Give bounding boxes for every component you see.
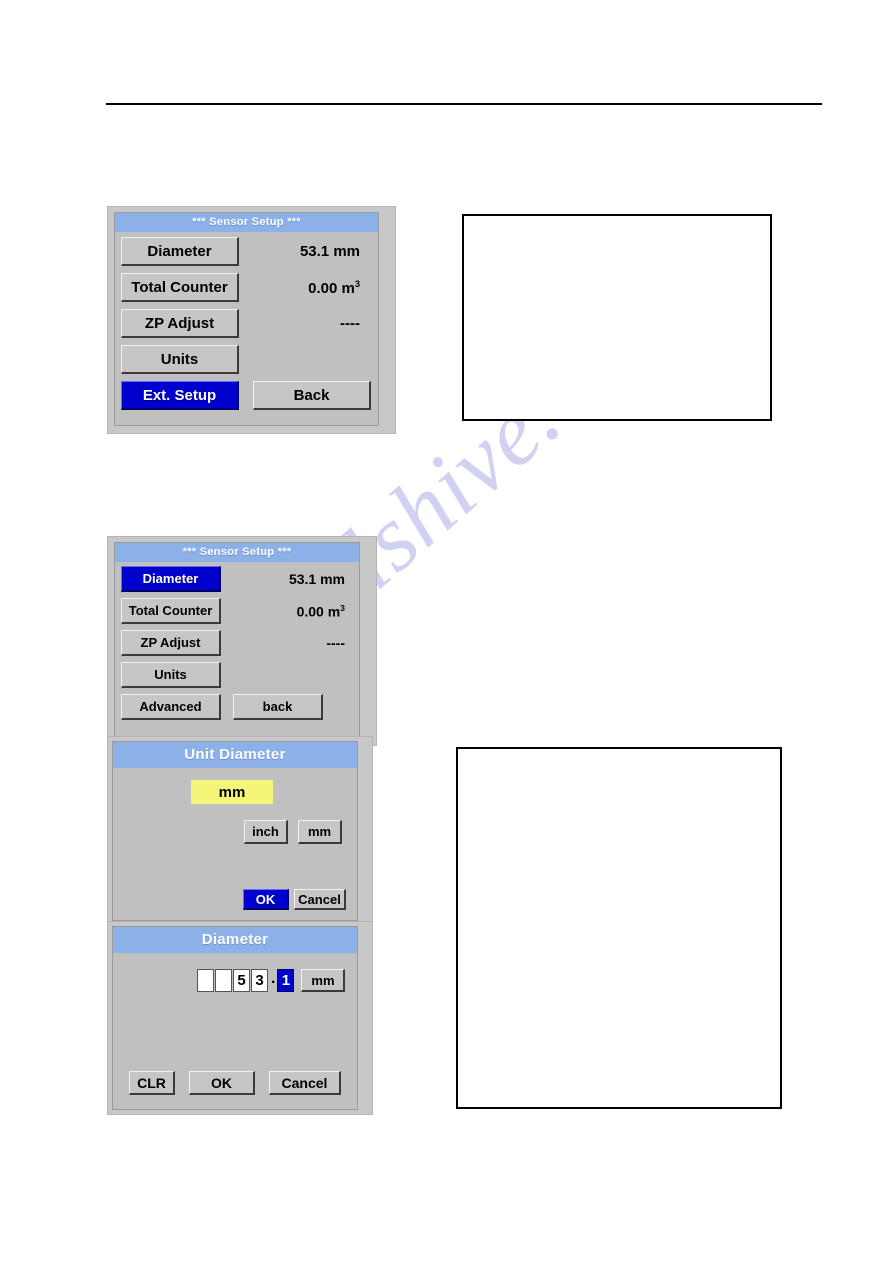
cancel-button[interactable]: Cancel [269, 1071, 341, 1095]
digit-cell[interactable]: 3 [251, 969, 268, 992]
digit-cell[interactable]: 5 [233, 969, 250, 992]
screenshot-sensor-setup-advanced: *** Sensor Setup *** Diameter 53.1 mm To… [108, 537, 376, 745]
menu-rows: Diameter 53.1 mm Total Counter 0.00 m3 Z… [115, 562, 359, 720]
diameter-value: 53.1 mm [288, 571, 345, 587]
unit-mm-button[interactable]: mm [298, 820, 342, 844]
panel-title: *** Sensor Setup *** [115, 213, 378, 232]
back-button[interactable]: Back [253, 381, 371, 410]
dialog-title: Unit Diameter [113, 742, 357, 768]
unit-inch-button[interactable]: inch [244, 820, 288, 844]
lcd-screen: *** Sensor Setup *** Diameter 53.1 mm To… [114, 542, 360, 738]
decimal-point: . [271, 970, 276, 987]
menu-row: Units [121, 662, 353, 688]
diameter-value: 53.1 mm [299, 243, 360, 260]
ext-setup-button[interactable]: Ext. Setup [121, 381, 239, 410]
digit-cell[interactable] [215, 969, 232, 992]
total-counter-value: 0.00 m3 [308, 278, 360, 297]
zp-adjust-button[interactable]: ZP Adjust [121, 630, 221, 656]
zp-adjust-value: ---- [340, 315, 360, 332]
menu-row: Units [121, 345, 372, 374]
menu-row: Total Counter 0.00 m3 [121, 273, 372, 302]
menu-row: Diameter 53.1 mm [121, 566, 353, 592]
menu-footer-row: Ext. Setup Back [121, 381, 372, 410]
menu-row: Total Counter 0.00 m3 [121, 598, 353, 624]
ok-button[interactable]: OK [189, 1071, 255, 1095]
lcd-body: 5 3 . 1 mm CLR OK Cancel [113, 953, 357, 1105]
lcd-screen: *** Sensor Setup *** Diameter 53.1 mm To… [114, 212, 379, 426]
diameter-button[interactable]: Diameter [121, 237, 239, 266]
menu-rows: Diameter 53.1 mm Total Counter 0.00 m3 Z… [115, 232, 378, 410]
menu-footer-row: Advanced back [121, 694, 353, 720]
diameter-button[interactable]: Diameter [121, 566, 221, 592]
units-button[interactable]: Units [121, 662, 221, 688]
numeric-entry-field[interactable]: 5 3 . 1 mm [197, 969, 346, 992]
total-counter-value: 0.00 m3 [296, 602, 345, 620]
dialog-title: Diameter [113, 927, 357, 953]
note-box-bottom [456, 747, 782, 1109]
screenshot-sensor-setup-ext: *** Sensor Setup *** Diameter 53.1 mm To… [108, 207, 395, 433]
menu-row: Diameter 53.1 mm [121, 237, 372, 266]
screenshot-unit-diameter-dialog: Unit Diameter mm inch mm OK Cancel [108, 737, 372, 925]
total-counter-button[interactable]: Total Counter [121, 273, 239, 302]
digit-cell-selected[interactable]: 1 [277, 969, 295, 992]
advanced-button[interactable]: Advanced [121, 694, 221, 720]
lcd-body: Diameter 53.1 mm Total Counter 0.00 m3 Z… [115, 562, 359, 720]
clear-button[interactable]: CLR [129, 1071, 175, 1095]
note-box-top [462, 214, 772, 421]
header-divider [106, 103, 822, 105]
back-button[interactable]: back [233, 694, 323, 720]
panel-title: *** Sensor Setup *** [115, 543, 359, 562]
units-button[interactable]: Units [121, 345, 239, 374]
current-unit-display: mm [191, 780, 273, 804]
menu-row: ZP Adjust ---- [121, 630, 353, 656]
lcd-body: mm inch mm OK Cancel [113, 768, 357, 918]
screenshot-diameter-entry-dialog: Diameter 5 3 . 1 mm CLR OK Cancel [108, 922, 372, 1114]
zp-adjust-value: ---- [326, 635, 345, 651]
digit-cell[interactable] [197, 969, 214, 992]
menu-row: ZP Adjust ---- [121, 309, 372, 338]
unit-mm-button[interactable]: mm [301, 969, 346, 992]
total-counter-button[interactable]: Total Counter [121, 598, 221, 624]
ok-button[interactable]: OK [243, 889, 289, 910]
lcd-body: Diameter 53.1 mm Total Counter 0.00 m3 Z… [115, 232, 378, 410]
zp-adjust-button[interactable]: ZP Adjust [121, 309, 239, 338]
lcd-screen: Diameter 5 3 . 1 mm CLR OK Cancel [112, 926, 358, 1110]
cancel-button[interactable]: Cancel [294, 889, 346, 910]
lcd-screen: Unit Diameter mm inch mm OK Cancel [112, 741, 358, 921]
